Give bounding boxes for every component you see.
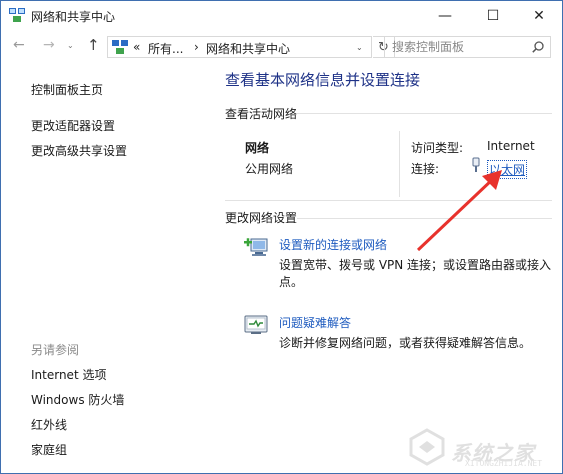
network-center-icon bbox=[112, 40, 128, 54]
network-category: 公用网络 bbox=[245, 162, 294, 176]
search-icon[interactable] bbox=[532, 41, 544, 53]
link-change-advanced-sharing[interactable]: 更改高级共享设置 bbox=[31, 142, 127, 159]
breadcrumb-all-items[interactable]: 所有... bbox=[148, 40, 183, 57]
access-type-label: 访问类型: bbox=[411, 141, 464, 155]
address-dropdown-icon[interactable]: ⌄ bbox=[356, 43, 363, 52]
breadcrumb-separator[interactable]: › bbox=[194, 40, 199, 54]
troubleshoot-problems-link[interactable]: 问题疑难解答 bbox=[279, 314, 351, 331]
breadcrumb-overflow[interactable]: « bbox=[133, 40, 140, 54]
page-title: 查看基本网络信息并设置连接 bbox=[225, 71, 421, 89]
watermark-subtext: XITONGZHIJIA.NET bbox=[465, 459, 543, 468]
link-infrared[interactable]: 红外线 bbox=[31, 416, 67, 433]
recent-locations-button[interactable]: ⌄ bbox=[67, 41, 74, 50]
search-box[interactable] bbox=[384, 36, 551, 58]
link-homegroup[interactable]: 家庭组 bbox=[31, 441, 67, 458]
breadcrumb-current[interactable]: 网络和共享中心 bbox=[206, 40, 290, 57]
left-navigation-pane: 控制面板主页 更改适配器设置 更改高级共享设置 另请参阅 Internet 选项… bbox=[1, 63, 211, 473]
connection-label: 连接: bbox=[411, 162, 440, 176]
change-settings-heading: 更改网络设置 bbox=[225, 211, 298, 225]
minimize-button[interactable]: — bbox=[422, 1, 468, 31]
active-network-panel: 网络 公用网络 访问类型: Internet 连接: 以太网 bbox=[225, 127, 552, 201]
setup-new-connection-description: 设置宽带、拨号或 VPN 连接；或设置路由器或接入点。 bbox=[279, 258, 552, 289]
link-change-adapter-settings[interactable]: 更改适配器设置 bbox=[31, 117, 115, 134]
link-control-panel-home[interactable]: 控制面板主页 bbox=[31, 81, 103, 98]
back-button[interactable]: ← bbox=[13, 37, 25, 53]
troubleshoot-problems-description: 诊断并修复网络问题，或者获得疑难解答信息。 bbox=[279, 336, 532, 350]
watermark-logo-icon bbox=[409, 428, 445, 466]
watermark: 系统之家 XITONGZHIJIA.NET bbox=[403, 425, 558, 469]
window-title: 网络和共享中心 bbox=[31, 10, 116, 24]
ethernet-icon bbox=[472, 157, 480, 172]
up-button[interactable]: ↑ bbox=[87, 36, 100, 54]
title-bar: 网络和共享中心 — ☐ ✕ bbox=[1, 1, 562, 31]
ethernet-connection-link[interactable]: 以太网 bbox=[487, 160, 528, 179]
section-divider bbox=[297, 218, 552, 219]
access-type-value: Internet bbox=[487, 139, 535, 153]
new-connection-icon bbox=[244, 238, 268, 256]
forward-button[interactable]: → bbox=[43, 37, 55, 53]
panel-divider bbox=[399, 131, 400, 197]
active-networks-heading: 查看活动网络 bbox=[225, 107, 298, 121]
see-also-heading: 另请参阅 bbox=[31, 343, 80, 357]
network-center-icon bbox=[9, 8, 25, 22]
link-windows-firewall[interactable]: Windows 防火墙 bbox=[31, 391, 124, 408]
address-bar[interactable]: « 所有... › 网络和共享中心 ⌄ bbox=[107, 36, 372, 58]
search-input[interactable] bbox=[386, 38, 526, 56]
close-button[interactable]: ✕ bbox=[516, 1, 562, 31]
section-divider bbox=[297, 113, 552, 114]
address-toolbar: ← → ⌄ ↑ « 所有... › 网络和共享中心 ⌄ ↻ bbox=[1, 32, 562, 62]
link-internet-options[interactable]: Internet 选项 bbox=[31, 366, 106, 383]
control-panel-window: 网络和共享中心 — ☐ ✕ ← → ⌄ ↑ « 所有... › 网络和共享中心 … bbox=[0, 0, 563, 474]
maximize-button[interactable]: ☐ bbox=[470, 1, 516, 31]
main-content-pane: 查看基本网络信息并设置连接 查看活动网络 网络 公用网络 访问类型: Inter… bbox=[211, 63, 561, 473]
troubleshoot-icon bbox=[244, 315, 268, 334]
setup-new-connection-link[interactable]: 设置新的连接或网络 bbox=[279, 236, 387, 253]
network-name: 网络 bbox=[245, 141, 270, 155]
